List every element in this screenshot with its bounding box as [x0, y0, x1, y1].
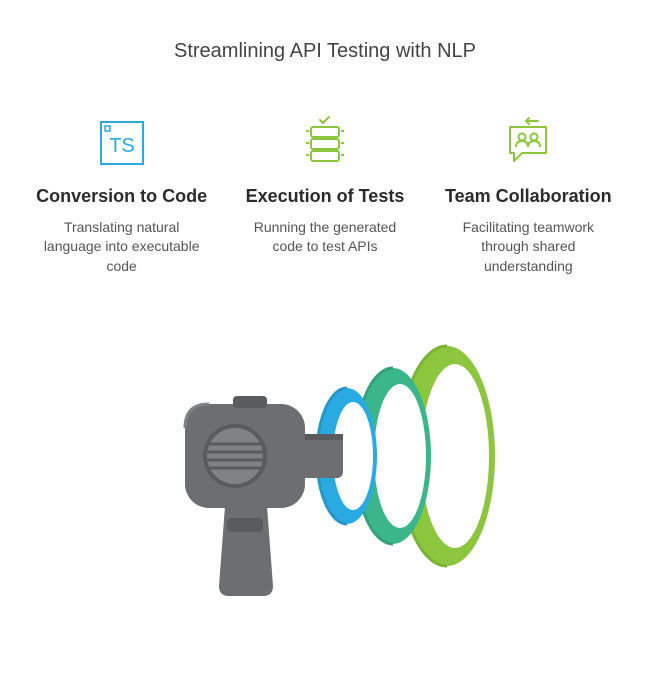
feature-heading: Team Collaboration [445, 185, 612, 208]
ts-icon: TS [97, 113, 147, 173]
feature-desc: Running the generated code to test APIs [240, 218, 410, 257]
feature-col-execution: Execution of Tests Running the generated… [233, 113, 416, 276]
page-title: Streamlining API Testing with NLP [174, 40, 476, 63]
server-icon [297, 113, 353, 173]
page: Streamlining API Testing with NLP TS Con… [0, 0, 650, 674]
feature-desc: Facilitating teamwork through shared und… [443, 218, 613, 277]
feature-heading: Execution of Tests [246, 185, 405, 208]
feature-col-collaboration: Team Collaboration Facilitating teamwork… [437, 113, 620, 276]
feature-desc: Translating natural language into execut… [37, 218, 207, 277]
feature-heading: Conversion to Code [36, 185, 207, 208]
megaphone-illustration [30, 316, 620, 606]
feature-columns: TS Conversion to Code Translating natura… [30, 113, 620, 276]
megaphone-rings-icon [115, 316, 535, 606]
svg-text:TS: TS [109, 135, 135, 157]
chat-icon [500, 113, 556, 173]
feature-col-conversion: TS Conversion to Code Translating natura… [30, 113, 213, 276]
